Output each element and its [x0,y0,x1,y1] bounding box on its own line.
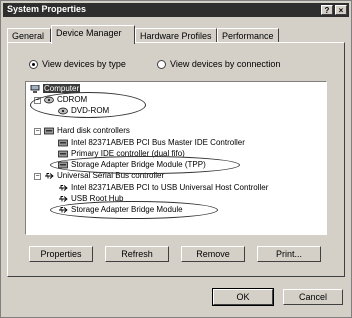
controller-icon [58,150,68,158]
highlight-ellipse [50,201,218,219]
view-by-type-radio[interactable]: View devices by type [29,59,126,70]
collapse-hdc-toggle[interactable]: − [34,128,41,135]
tree-item-intel-ide-controller[interactable]: Intel 82371AB/EB PCI Bus Master IDE Cont… [58,138,245,148]
tree-item-label: Intel 82371AB/EB PCI Bus Master IDE Cont… [71,138,245,147]
device-tree[interactable]: Computer − CDROM DVD-ROM − Hard disk con… [25,81,327,235]
properties-button[interactable]: Properties [29,246,93,262]
tree-item-label: Hard disk controllers [57,126,130,135]
tab-device-manager[interactable]: Device Manager [51,25,135,44]
ok-button[interactable]: OK [212,288,274,306]
highlight-ellipse [50,156,240,174]
tab-general[interactable]: General [7,28,51,43]
view-by-connection-radio[interactable]: View devices by connection [157,59,281,70]
controller-icon [44,127,54,135]
tree-item-hard-disk-controllers[interactable]: Hard disk controllers [44,126,130,136]
radio-unselected-indicator [157,60,166,70]
usb-icon [58,184,68,192]
refresh-button[interactable]: Refresh [105,246,169,262]
window-title: System Properties [7,4,87,14]
close-button[interactable]: × [335,5,347,15]
tab-hardware-profiles[interactable]: Hardware Profiles [135,28,217,43]
tree-item-intel-usb-host[interactable]: Intel 82371AB/EB PCI to USB Universal Ho… [58,183,268,193]
highlight-ellipse [30,92,146,118]
view-by-connection-label: View devices by connection [170,59,281,69]
collapse-usb-toggle[interactable]: − [34,173,41,180]
computer-icon [30,84,40,93]
help-button[interactable]: ? [321,5,333,15]
controller-icon [58,139,68,147]
tree-item-label: Intel 82371AB/EB PCI to USB Universal Ho… [71,183,269,192]
system-properties-window: System Properties ? × General Device Man… [0,0,352,318]
remove-button[interactable]: Remove [181,246,245,262]
usb-icon [58,195,68,203]
title-bar: System Properties ? × [3,3,349,17]
radio-selected-indicator [29,60,38,70]
print-button[interactable]: Print... [257,246,321,262]
usb-icon [44,172,54,180]
view-by-type-label: View devices by type [42,59,126,69]
cancel-button[interactable]: Cancel [283,289,343,305]
tab-performance[interactable]: Performance [217,28,279,43]
